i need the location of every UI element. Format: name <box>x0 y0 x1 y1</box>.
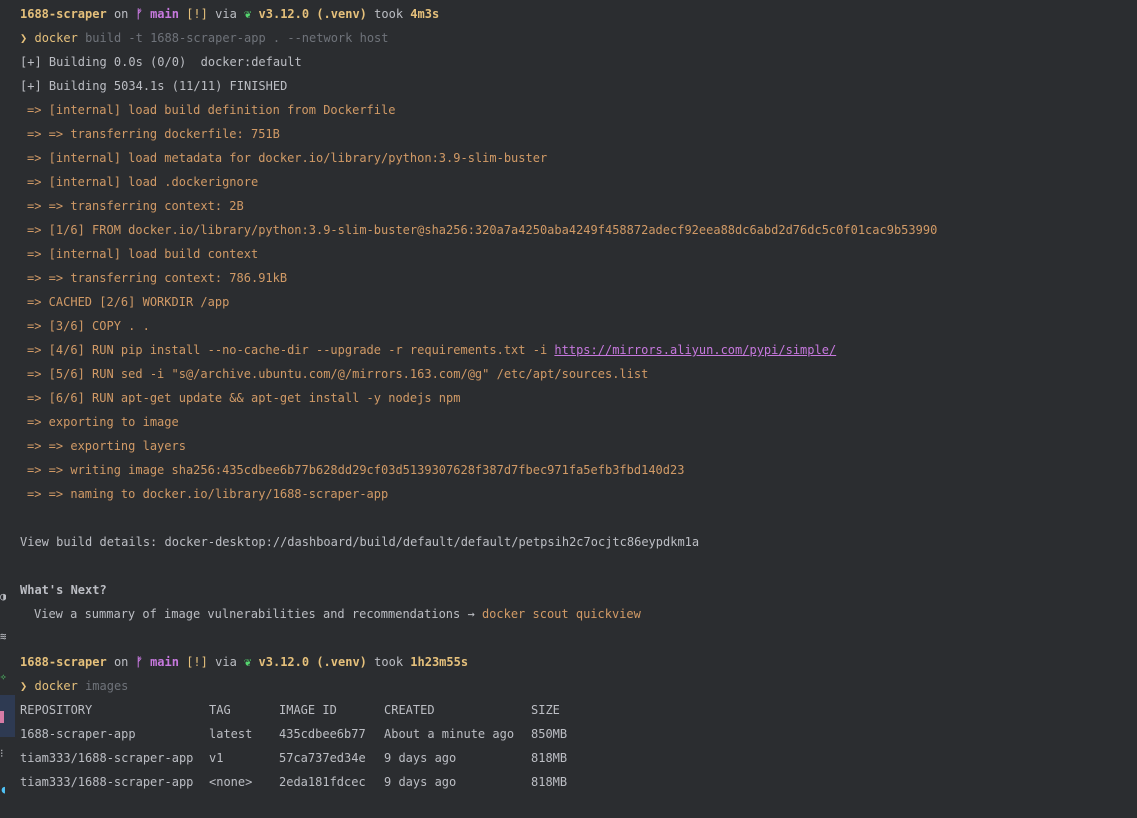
build-step: => => exporting layers <box>27 439 186 453</box>
python-venv: (.venv) <box>316 655 367 669</box>
git-branch-icon: ᚠ <box>135 7 143 21</box>
build-status-finished: [+] Building 5034.1s (11/11) FINISHED <box>20 79 288 93</box>
command-name: docker <box>34 31 78 45</box>
header-repository: REPOSITORY <box>20 703 93 717</box>
cell-image-id: 2eda181fdcec <box>279 775 366 789</box>
prompt-via-label: via <box>215 655 237 669</box>
git-branch-icon: ᚠ <box>135 655 143 669</box>
header-tag: TAG <box>209 703 231 717</box>
prompt-directory: 1688-scraper <box>20 7 107 21</box>
build-step: => [internal] load build definition from… <box>27 103 396 117</box>
prompt-via-label: via <box>215 7 237 21</box>
terminal-window[interactable]: ◑ ≋ ✧ ⁝ ◖ 1688-scraper on ᚠ main [!] via… <box>0 0 1137 818</box>
edge-icon-fragment: ✧ <box>0 671 6 683</box>
command-duration: 4m3s <box>410 7 440 21</box>
edge-icon-fragment: ≋ <box>0 631 6 643</box>
cell-size: 818MB <box>531 751 568 765</box>
command-args: images <box>85 679 129 693</box>
cell-image-id: 435cdbee6b77 <box>279 727 366 741</box>
cell-repository: tiam333/1688-scraper-app <box>20 775 194 789</box>
prompt-arrow-icon: ❯ <box>20 31 28 45</box>
cell-created: 9 days ago <box>384 751 457 765</box>
header-image-id: IMAGE ID <box>279 703 337 717</box>
build-step: => [internal] load build context <box>27 247 259 261</box>
build-status-initial: [+] Building 0.0s (0/0) docker:default <box>20 55 302 69</box>
python-version: v3.12.0 <box>258 7 310 21</box>
active-tab-marker <box>0 711 4 723</box>
python-icon: ❦ <box>244 655 252 669</box>
build-step: => exporting to image <box>27 415 179 429</box>
python-venv: (.venv) <box>316 7 367 21</box>
cell-size: 818MB <box>531 775 568 789</box>
shell-prompt: 1688-scraper on ᚠ main [!] via ❦ v3.12.0… <box>20 2 439 26</box>
header-size: SIZE <box>531 703 560 717</box>
git-branch-name: main <box>150 655 179 669</box>
build-step: => => transferring context: 2B <box>27 199 244 213</box>
python-icon: ❦ <box>244 7 252 21</box>
cell-repository: tiam333/1688-scraper-app <box>20 751 194 765</box>
build-step: => => transferring context: 786.91kB <box>27 271 288 285</box>
whats-next-text: View a summary of image vulnerabilities … <box>34 602 641 626</box>
prompt-took-label: took <box>374 7 404 21</box>
cell-tag: v1 <box>209 751 224 765</box>
command-duration: 1h23m55s <box>410 655 469 669</box>
build-step: => [5/6] RUN sed -i "s@/archive.ubuntu.c… <box>27 367 649 381</box>
prompt-arrow-icon: ❯ <box>20 679 28 693</box>
header-created: CREATED <box>384 703 435 717</box>
sidebar-active-tab[interactable] <box>0 695 15 737</box>
build-step: => => transferring dockerfile: 751B <box>27 127 280 141</box>
cell-image-id: 57ca737ed34e <box>279 751 366 765</box>
command-line[interactable]: ❯ docker build -t 1688-scraper-app . --n… <box>20 26 389 50</box>
build-step: => [internal] load .dockerignore <box>27 175 259 189</box>
git-branch-name: main <box>150 7 179 21</box>
python-version: v3.12.0 <box>258 655 310 669</box>
build-step-text: => [4/6] RUN pip install --no-cache-dir … <box>27 343 555 357</box>
prompt-on-label: on <box>113 7 129 21</box>
git-status: [!] <box>186 7 208 21</box>
cell-repository: 1688-scraper-app <box>20 727 136 741</box>
command-name: docker <box>34 679 78 693</box>
prompt-directory: 1688-scraper <box>20 655 107 669</box>
edge-icon-fragment: ◑ <box>0 591 6 603</box>
pip-mirror-link[interactable]: https://mirrors.aliyun.com/pypi/simple/ <box>554 343 836 357</box>
command-line[interactable]: ❯ docker images <box>20 674 128 698</box>
build-details-line[interactable]: View build details: docker-desktop://das… <box>20 530 699 554</box>
build-step: => => writing image sha256:435cdbee6b77b… <box>27 463 685 477</box>
build-step: => [3/6] COPY . . <box>27 319 150 333</box>
cell-size: 850MB <box>531 727 568 741</box>
edge-icon-fragment: ⁝ <box>0 748 4 760</box>
docker-scout-command[interactable]: docker scout quickview <box>482 607 641 621</box>
cell-tag: latest <box>209 727 253 741</box>
build-step: => [4/6] RUN pip install --no-cache-dir … <box>27 338 836 362</box>
build-step: => CACHED [2/6] WORKDIR /app <box>27 295 230 309</box>
cell-created: 9 days ago <box>384 775 457 789</box>
whats-next-description: View a summary of image vulnerabilities … <box>34 607 482 621</box>
whats-next-title: What's Next? <box>20 583 107 597</box>
build-step: => [internal] load metadata for docker.i… <box>27 151 548 165</box>
prompt-on-label: on <box>113 655 129 669</box>
build-step: => [6/6] RUN apt-get update && apt-get i… <box>27 391 461 405</box>
shell-prompt: 1688-scraper on ᚠ main [!] via ❦ v3.12.0… <box>20 650 468 674</box>
build-step: => => naming to docker.io/library/1688-s… <box>27 487 389 501</box>
command-args: build -t 1688-scraper-app . --network ho… <box>85 31 389 45</box>
prompt-took-label: took <box>374 655 404 669</box>
cell-tag: <none> <box>209 775 253 789</box>
git-status: [!] <box>186 655 208 669</box>
edge-icon-fragment: ◖ <box>0 784 6 796</box>
cell-created: About a minute ago <box>384 727 515 741</box>
build-step: => [1/6] FROM docker.io/library/python:3… <box>27 223 938 237</box>
